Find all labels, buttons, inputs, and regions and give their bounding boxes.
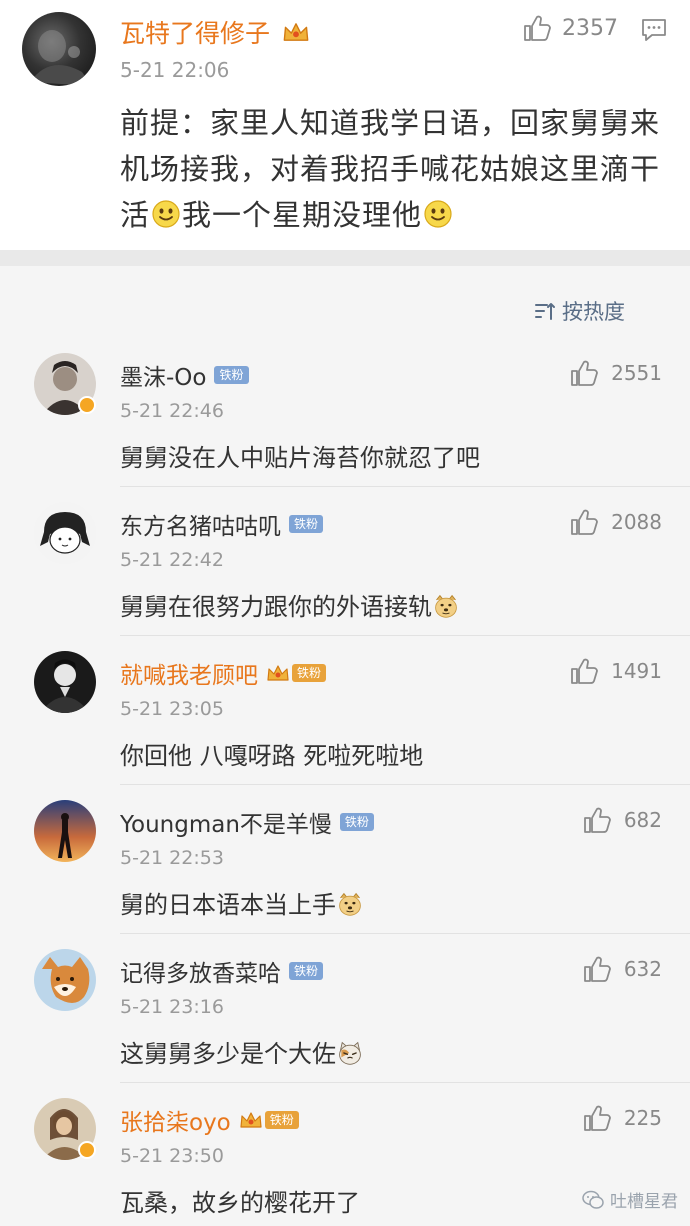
post-time: 5-21 22:06 xyxy=(120,58,230,82)
comment-time: 5-21 22:42 xyxy=(120,549,224,571)
commenter-name[interactable]: 东方名猪咕咕叽 xyxy=(120,507,281,541)
verified-icon xyxy=(78,1141,96,1159)
comment-like-count: 225 xyxy=(623,1106,662,1130)
comment-text: 瓦桑，故乡的樱花开了 xyxy=(120,1189,360,1217)
commenter-name[interactable]: 就喊我老顾吧 xyxy=(120,656,258,690)
commenter-name-row: 墨沫-Oo 铁粉 xyxy=(120,358,249,392)
thumb-up-icon xyxy=(569,507,599,537)
cat-emoji xyxy=(337,1040,363,1066)
commenter-name[interactable]: 墨沫-Oo xyxy=(120,358,206,392)
crown-icon xyxy=(266,663,290,683)
post-author-name-text: 瓦特了得修子 xyxy=(120,19,271,48)
commenter-name-row: Youngman不是羊慢 铁粉 xyxy=(120,805,374,839)
comment-like-button[interactable]: 632 xyxy=(582,954,662,984)
sort-by-hot-button[interactable]: 按热度 xyxy=(534,296,625,326)
post-author-name[interactable]: 瓦特了得修子 xyxy=(120,14,310,50)
avatar-image xyxy=(34,949,96,1011)
watermark-text: 吐槽星君 xyxy=(610,1192,678,1212)
thumb-up-icon xyxy=(582,954,612,984)
comment-text: 舅舅没在人中贴片海苔你就忍了吧 xyxy=(120,444,480,472)
thumb-up-icon xyxy=(582,1103,612,1133)
fan-badge: 铁粉 xyxy=(289,962,324,980)
avatar-image xyxy=(34,651,96,713)
wechat-icon xyxy=(582,1190,604,1209)
comment-text: 这舅舅多少是个大佐 xyxy=(120,1034,364,1069)
commenter-name[interactable]: Youngman不是羊慢 xyxy=(120,805,332,839)
doge-emoji xyxy=(433,593,459,619)
avatar-image xyxy=(30,30,92,86)
section-divider xyxy=(0,250,690,266)
comment-like-button[interactable]: 225 xyxy=(582,1103,662,1133)
comment-like-button[interactable]: 2551 xyxy=(569,358,662,388)
comment-time: 5-21 23:50 xyxy=(120,1145,224,1167)
comment-item: 墨沫-Oo 铁粉 5-21 22:46 2551 舅舅没在人中贴片海苔你就忍了吧 xyxy=(0,338,690,487)
fan-badge: 铁粉 xyxy=(292,664,327,682)
commenter-avatar[interactable] xyxy=(34,800,96,862)
thumb-up-icon xyxy=(582,805,612,835)
commenter-name[interactable]: 张拾柒oyo xyxy=(120,1103,231,1137)
commenter-avatar[interactable] xyxy=(34,502,96,564)
comment-text-content: 舅舅在很努力跟你的外语接轨 xyxy=(120,593,432,621)
comment-like-count: 2088 xyxy=(611,510,662,534)
thumb-up-icon xyxy=(569,656,599,686)
comment-text: 舅舅在很努力跟你的外语接轨 xyxy=(120,587,460,622)
fan-badge: 铁粉 xyxy=(214,366,249,384)
comment-text-content: 舅的日本语本当上手 xyxy=(120,891,336,919)
commenter-avatar[interactable] xyxy=(34,949,96,1011)
commenter-name-row: 张拾柒oyo 铁粉 xyxy=(120,1103,299,1137)
post-body-text-2: 我一个星期没理他 xyxy=(182,198,423,232)
smile-emoji xyxy=(151,199,181,229)
commenter-name[interactable]: 记得多放香菜哈 xyxy=(120,954,281,988)
comment-icon[interactable] xyxy=(641,18,667,42)
comment-like-button[interactable]: 2088 xyxy=(569,507,662,537)
comment-like-count: 1491 xyxy=(611,659,662,683)
commenter-name-row: 就喊我老顾吧 铁粉 xyxy=(120,656,327,690)
avatar-image xyxy=(34,502,96,564)
comment-item: 就喊我老顾吧 铁粉 5-21 23:05 1491 你回他 八嘎呀路 死啦死啦地 xyxy=(0,636,690,785)
comment-text: 舅的日本语本当上手 xyxy=(120,885,364,920)
watermark: 吐槽星君 xyxy=(582,1187,678,1212)
comment-time: 5-21 22:46 xyxy=(120,400,224,422)
fan-badge: 铁粉 xyxy=(289,515,324,533)
verified-icon xyxy=(78,396,96,414)
smile-emoji xyxy=(423,199,453,229)
comment-list: 墨沫-Oo 铁粉 5-21 22:46 2551 舅舅没在人中贴片海苔你就忍了吧… xyxy=(0,338,690,1226)
commenter-avatar[interactable] xyxy=(34,651,96,713)
crown-icon xyxy=(282,20,310,44)
comment-text: 你回他 八嘎呀路 死啦死啦地 xyxy=(120,742,424,770)
comment-item: 记得多放香菜哈 铁粉 5-21 23:16 632 这舅舅多少是个大佐 xyxy=(0,934,690,1083)
comment-like-count: 682 xyxy=(623,808,662,832)
comment-like-count: 632 xyxy=(623,957,662,981)
post-like-button[interactable]: 2357 xyxy=(522,13,618,43)
avatar-image xyxy=(34,800,96,862)
comment-text-content: 这舅舅多少是个大佐 xyxy=(120,1040,336,1068)
doge-emoji xyxy=(337,891,363,917)
sort-label: 按热度 xyxy=(562,300,625,324)
post-like-count: 2357 xyxy=(562,15,618,41)
commenter-name-row: 东方名猪咕咕叽 铁粉 xyxy=(120,507,324,541)
post-author-avatar[interactable] xyxy=(22,12,96,86)
comment-time: 5-21 23:16 xyxy=(120,996,224,1018)
fan-badge: 铁粉 xyxy=(264,1111,299,1129)
comment-like-count: 2551 xyxy=(611,361,662,385)
original-post: 瓦特了得修子 5-21 22:06 2357 前提：家里人知道我学日语，回家舅舅… xyxy=(0,0,690,250)
comment-time: 5-21 22:53 xyxy=(120,847,224,869)
comment-item: Youngman不是羊慢 铁粉 5-21 22:53 682 舅的日本语本当上手 xyxy=(0,785,690,934)
comment-item: 东方名猪咕咕叽 铁粉 5-21 22:42 2088 舅舅在很努力跟你的外语接轨 xyxy=(0,487,690,636)
comment-like-button[interactable]: 1491 xyxy=(569,656,662,686)
post-body: 前提：家里人知道我学日语，回家舅舅来机场接我，对着我招手喊花姑娘这里滴干活 我一个… xyxy=(120,100,660,238)
crown-icon xyxy=(239,1110,263,1130)
thumb-up-icon xyxy=(522,13,552,43)
fan-badge: 铁粉 xyxy=(339,813,374,831)
thumb-up-icon xyxy=(569,358,599,388)
commenter-name-row: 记得多放香菜哈 铁粉 xyxy=(120,954,324,988)
comment-like-button[interactable]: 682 xyxy=(582,805,662,835)
sort-icon xyxy=(535,303,555,320)
comment-time: 5-21 23:05 xyxy=(120,698,224,720)
